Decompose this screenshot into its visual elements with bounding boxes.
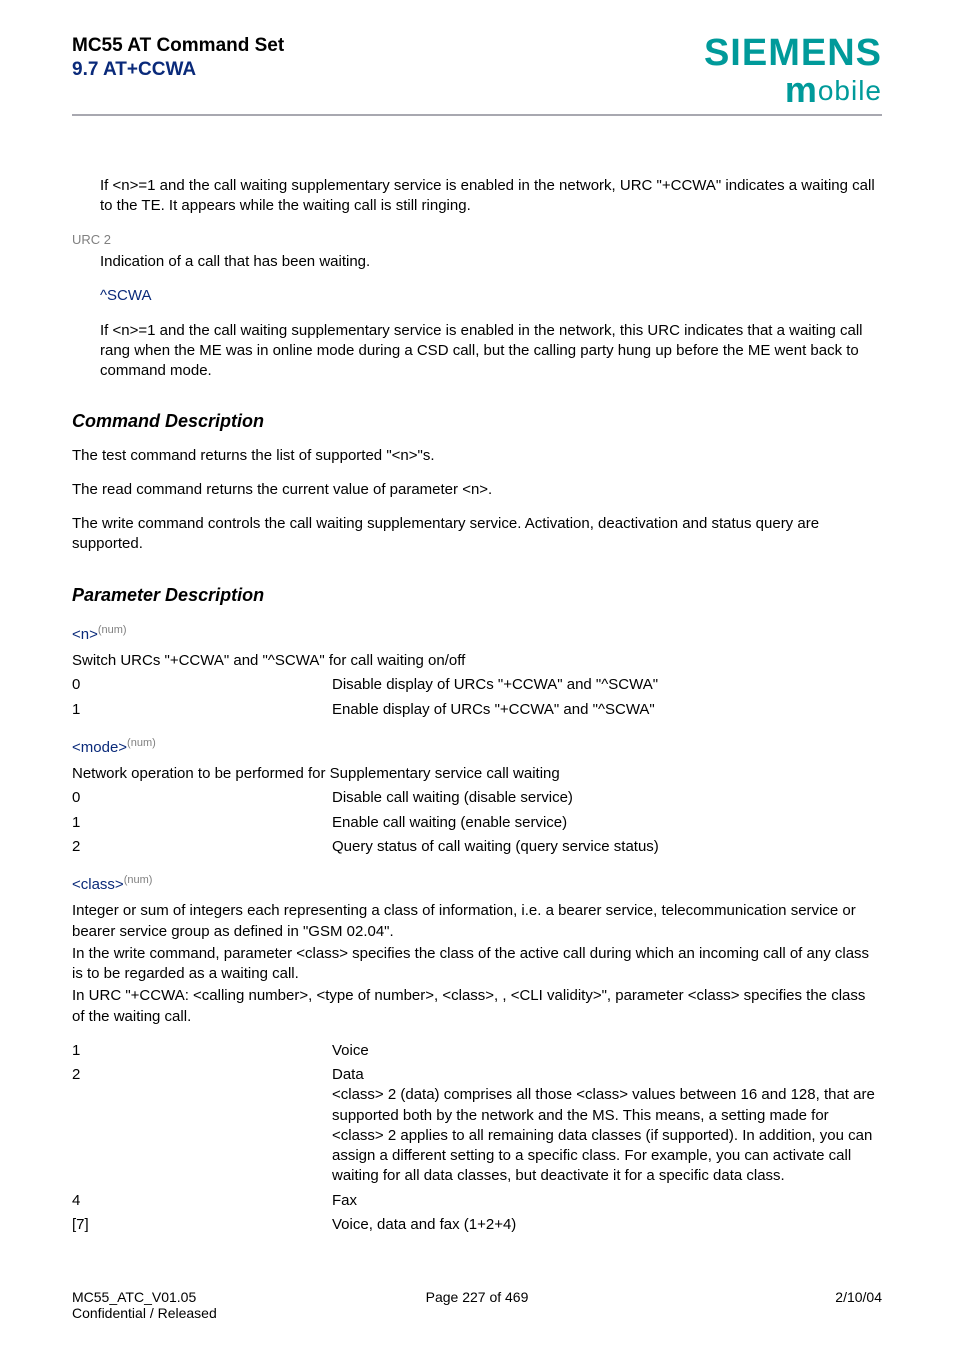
param-mode-intro: Network operation to be performed for Su… <box>72 764 882 784</box>
param-class-row0-key: 1 <box>72 1041 332 1061</box>
urc2-label: URC 2 <box>72 231 882 249</box>
param-n-row1-val: Enable display of URCs "+CCWA" and "^SCW… <box>332 700 882 720</box>
param-mode-row1-val: Enable call waiting (enable service) <box>332 813 882 833</box>
param-n-row0-key: 0 <box>72 675 332 695</box>
param-class-row2-val: Fax <box>332 1191 882 1211</box>
brand-block: SIEMENS mobile <box>704 34 882 108</box>
param-class-row1-key: 2 <box>72 1065 332 1187</box>
urc2-paragraph: If <n>=1 and the call waiting supplement… <box>100 321 882 382</box>
brand-mobile-rest: obile <box>818 75 882 106</box>
page-footer: MC55_ATC_V01.05 Confidential / Released … <box>72 1289 882 1321</box>
param-n-row0-val: Disable display of URCs "+CCWA" and "^SC… <box>332 675 882 695</box>
param-class-row3-val: Voice, data and fax (1+2+4) <box>332 1215 882 1235</box>
param-n-head: <n>(num) <box>72 625 882 645</box>
param-n-sup: (num) <box>98 623 127 638</box>
brand-mobile-m: m <box>785 69 818 110</box>
param-class-row3-key: [7] <box>72 1215 332 1235</box>
footer-center: Page 227 of 469 <box>72 1289 882 1305</box>
brand-mobile: mobile <box>704 72 882 108</box>
param-class-row2-key: 4 <box>72 1191 332 1211</box>
param-n-intro: Switch URCs "+CCWA" and "^SCWA" for call… <box>72 651 882 671</box>
param-mode-row2-key: 2 <box>72 837 332 857</box>
param-class-row1-val: Data <class> 2 (data) comprises all thos… <box>332 1065 882 1187</box>
urc2-line: Indication of a call that has been waiti… <box>100 252 882 272</box>
cmd-desc-p3: The write command controls the call wait… <box>72 514 882 555</box>
command-description-heading: Command Description <box>72 409 882 433</box>
param-mode-head: <mode>(num) <box>72 738 882 758</box>
doc-title: MC55 AT Command Set <box>72 34 284 58</box>
param-n-row1-key: 1 <box>72 700 332 720</box>
param-mode-row1-key: 1 <box>72 813 332 833</box>
intro-paragraph: If <n>=1 and the call waiting supplement… <box>100 176 882 217</box>
param-n-name: <n> <box>72 625 98 645</box>
param-mode-row0-val: Disable call waiting (disable service) <box>332 788 882 808</box>
param-class-sup: (num) <box>124 873 153 888</box>
cmd-desc-p1: The test command returns the list of sup… <box>72 446 882 466</box>
brand-siemens: SIEMENS <box>704 34 882 72</box>
param-class-p1: Integer or sum of integers each represen… <box>72 901 882 942</box>
footer-left2: Confidential / Released <box>72 1305 217 1321</box>
param-mode-sup: (num) <box>127 736 156 751</box>
param-mode-row2-val: Query status of call waiting (query serv… <box>332 837 882 857</box>
urc2-format: ^SCWA <box>100 286 882 306</box>
page-header: MC55 AT Command Set 9.7 AT+CCWA SIEMENS … <box>72 34 882 116</box>
param-class-head: <class>(num) <box>72 875 882 895</box>
param-class-p2: In the write command, parameter <class> … <box>72 944 882 985</box>
parameter-description-heading: Parameter Description <box>72 583 882 607</box>
param-mode-row0-key: 0 <box>72 788 332 808</box>
param-mode-name: <mode> <box>72 738 127 758</box>
header-left: MC55 AT Command Set 9.7 AT+CCWA <box>72 34 284 82</box>
doc-subtitle: 9.7 AT+CCWA <box>72 58 284 82</box>
param-class-name: <class> <box>72 875 124 895</box>
param-class-p3: In URC "+CCWA: <calling number>, <type o… <box>72 986 882 1027</box>
cmd-desc-p2: The read command returns the current val… <box>72 480 882 500</box>
param-class-row0-val: Voice <box>332 1041 882 1061</box>
